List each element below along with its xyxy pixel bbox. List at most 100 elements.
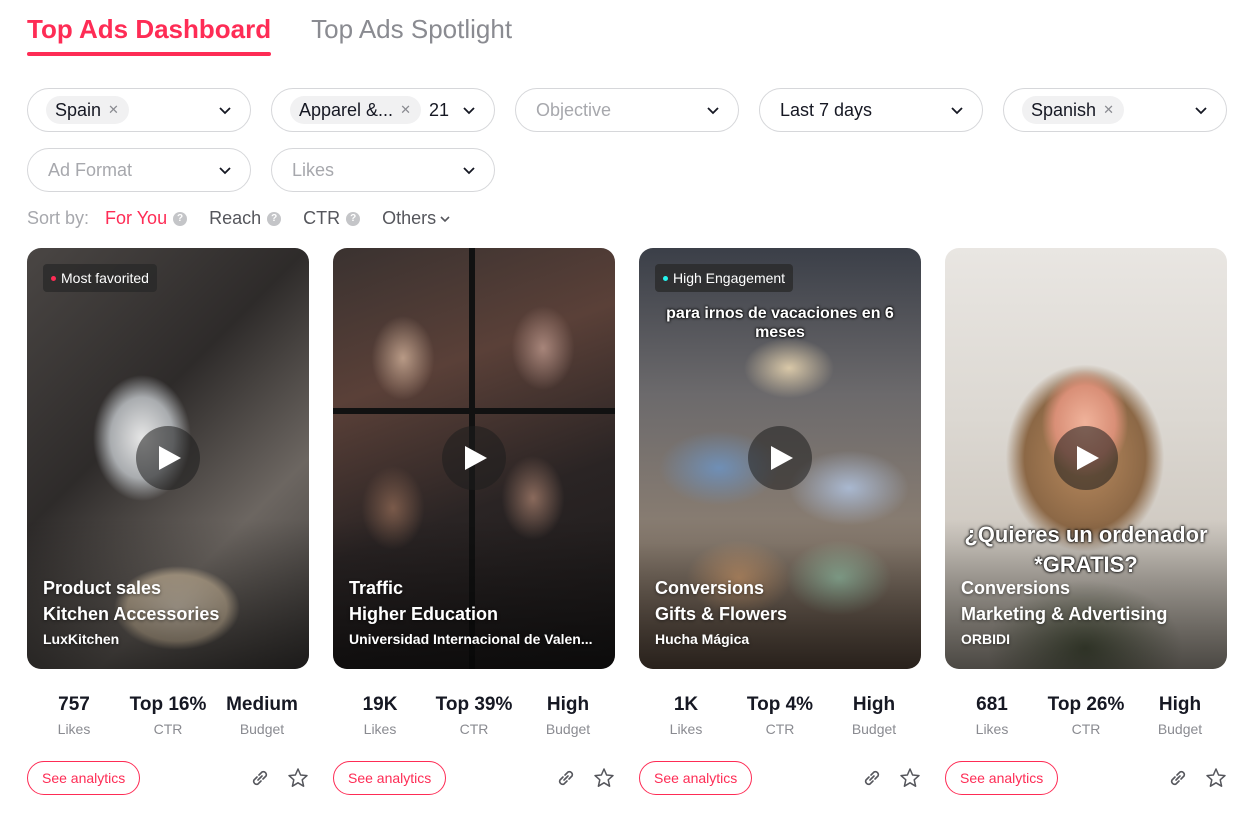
video-overlay-text: para irnos de vacaciones en 6 meses bbox=[666, 305, 894, 341]
ctr-stat: Top 16% CTR bbox=[121, 693, 215, 737]
likes-label: Likes bbox=[975, 721, 1009, 737]
sort-reach-label: Reach bbox=[209, 208, 262, 228]
ctr-label: CTR bbox=[459, 721, 489, 737]
objective-filter[interactable]: Objective bbox=[515, 88, 739, 132]
star-icon[interactable] bbox=[1205, 767, 1227, 789]
sort-bar: Sort by: For You? Reach? CTR? Others bbox=[27, 208, 473, 229]
status-badge: High Engagement bbox=[655, 264, 794, 292]
likes-stat: 19K Likes bbox=[333, 693, 427, 737]
play-icon bbox=[771, 446, 793, 470]
help-icon[interactable]: ? bbox=[346, 211, 361, 226]
ctr-value: Top 39% bbox=[435, 694, 513, 715]
likes-value: 1K bbox=[673, 694, 699, 715]
ctr-stat: Top 26% CTR bbox=[1039, 693, 1133, 737]
industry-filter[interactable]: Apparel &... ✕ 21 bbox=[271, 88, 495, 132]
industry-chip: Apparel &... ✕ bbox=[290, 96, 421, 124]
help-icon[interactable]: ? bbox=[173, 211, 188, 226]
ad-industry: Gifts & Flowers bbox=[655, 604, 788, 624]
ctr-value: Top 26% bbox=[1047, 694, 1125, 715]
period-value: Last 7 days bbox=[780, 99, 873, 120]
budget-value: High bbox=[546, 694, 590, 715]
play-button[interactable] bbox=[1054, 426, 1118, 490]
help-icon[interactable]: ? bbox=[267, 211, 282, 226]
ad-objective: Conversions bbox=[961, 578, 1071, 598]
ad-video-thumbnail[interactable]: Traffic Higher Education Universidad Int… bbox=[333, 248, 615, 669]
ad-card: Traffic Higher Education Universidad Int… bbox=[333, 248, 615, 795]
badge-dot bbox=[51, 275, 56, 281]
country-filter[interactable]: Spain ✕ bbox=[27, 88, 251, 132]
sort-for-you[interactable]: For You? bbox=[105, 208, 188, 229]
chevron-down-icon bbox=[1195, 107, 1207, 115]
language-chip-label: Spanish bbox=[1031, 99, 1097, 120]
ad-card: Most favorited Product sales Kitchen Acc… bbox=[27, 248, 309, 795]
ad-format-filter[interactable]: Ad Format bbox=[27, 148, 251, 192]
ad-actions: See analytics bbox=[27, 761, 309, 795]
budget-stat: High Budget bbox=[827, 693, 921, 737]
sort-ctr[interactable]: CTR? bbox=[303, 208, 361, 229]
link-icon[interactable] bbox=[555, 767, 577, 789]
industry-count: 21 bbox=[428, 99, 449, 120]
ad-objective: Conversions bbox=[655, 578, 765, 598]
tab-top-ads-spotlight[interactable]: Top Ads Spotlight bbox=[311, 12, 512, 56]
language-filter[interactable]: Spanish ✕ bbox=[1003, 88, 1227, 132]
likes-label: Likes bbox=[669, 721, 703, 737]
likes-value: 19K bbox=[362, 694, 398, 715]
chevron-down-icon bbox=[463, 107, 475, 115]
likes-label: Likes bbox=[57, 721, 91, 737]
link-icon[interactable] bbox=[249, 767, 271, 789]
budget-label: Budget bbox=[545, 721, 591, 737]
chevron-down-icon bbox=[219, 167, 231, 175]
star-icon[interactable] bbox=[593, 767, 615, 789]
likes-label: Likes bbox=[363, 721, 397, 737]
remove-chip-icon[interactable]: ✕ bbox=[1103, 102, 1114, 118]
see-analytics-button[interactable]: See analytics bbox=[333, 761, 447, 795]
chevron-down-icon bbox=[707, 107, 719, 115]
sort-label: Sort by: bbox=[27, 208, 90, 228]
ad-caption: Conversions Marketing & Advertising ORBI… bbox=[961, 575, 1217, 651]
likes-filter[interactable]: Likes bbox=[271, 148, 495, 192]
link-icon[interactable] bbox=[861, 767, 883, 789]
play-button[interactable] bbox=[748, 426, 812, 490]
budget-stat: High Budget bbox=[521, 693, 615, 737]
ad-caption: Conversions Gifts & Flowers Hucha Mágica bbox=[655, 575, 911, 651]
ad-video-thumbnail[interactable]: ¿Quieres un ordenador *GRATIS? Conversio… bbox=[945, 248, 1227, 669]
ad-industry: Marketing & Advertising bbox=[961, 604, 1168, 624]
play-button[interactable] bbox=[136, 426, 200, 490]
star-icon[interactable] bbox=[899, 767, 921, 789]
tab-bar: Top Ads Dashboard Top Ads Spotlight bbox=[27, 12, 512, 56]
remove-chip-icon[interactable]: ✕ bbox=[400, 102, 411, 118]
play-icon bbox=[159, 446, 181, 470]
ad-video-thumbnail[interactable]: High Engagement para irnos de vacaciones… bbox=[639, 248, 921, 669]
play-button[interactable] bbox=[442, 426, 506, 490]
budget-label: Budget bbox=[1157, 721, 1203, 737]
ad-stats: 681 Likes Top 26% CTR High Budget bbox=[945, 693, 1227, 737]
sort-others[interactable]: Others bbox=[382, 208, 451, 229]
star-icon[interactable] bbox=[287, 767, 309, 789]
tab-top-ads-dashboard[interactable]: Top Ads Dashboard bbox=[27, 12, 272, 56]
ctr-label: CTR bbox=[153, 721, 183, 737]
ad-video-thumbnail[interactable]: Most favorited Product sales Kitchen Acc… bbox=[27, 248, 309, 669]
sort-ctr-label: CTR bbox=[303, 208, 341, 228]
sort-reach[interactable]: Reach? bbox=[209, 208, 282, 229]
ad-caption: Traffic Higher Education Universidad Int… bbox=[349, 575, 605, 651]
video-overlay-text: ¿Quieres un ordenador *GRATIS? bbox=[964, 522, 1208, 577]
likes-placeholder: Likes bbox=[292, 159, 335, 180]
likes-value: 681 bbox=[976, 694, 1008, 715]
remove-chip-icon[interactable]: ✕ bbox=[108, 102, 119, 118]
ad-action-icons bbox=[249, 767, 309, 789]
see-analytics-button[interactable]: See analytics bbox=[27, 761, 141, 795]
play-icon bbox=[465, 446, 487, 470]
ad-stats: 757 Likes Top 16% CTR Medium Budget bbox=[27, 693, 309, 737]
ad-action-icons bbox=[861, 767, 921, 789]
period-filter[interactable]: Last 7 days bbox=[759, 88, 983, 132]
badge-label: High Engagement bbox=[673, 270, 786, 286]
budget-value: Medium bbox=[226, 694, 298, 715]
ad-action-icons bbox=[555, 767, 615, 789]
chevron-down-icon bbox=[463, 167, 475, 175]
chevron-down-icon bbox=[440, 215, 450, 222]
ctr-stat: Top 39% CTR bbox=[427, 693, 521, 737]
see-analytics-button[interactable]: See analytics bbox=[639, 761, 753, 795]
link-icon[interactable] bbox=[1167, 767, 1189, 789]
likes-value: 757 bbox=[58, 694, 90, 715]
see-analytics-button[interactable]: See analytics bbox=[945, 761, 1059, 795]
